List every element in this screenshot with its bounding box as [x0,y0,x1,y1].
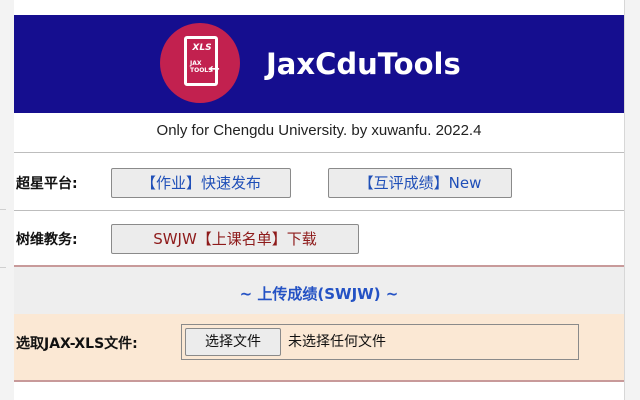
subtitle: Only for Chengdu University. by xuwanfu.… [156,122,482,139]
peer-review-grades-button[interactable]: 【互评成绩】New [328,168,512,198]
upload-body: 选取JAX-XLS文件: 选择文件 未选择任何文件 [14,314,624,380]
upload-bottom-border [14,380,624,382]
logo-xls-text: XLS [192,43,212,53]
no-file-text: 未选择任何文件 [288,334,386,350]
upload-section: ~ 上传成绩(SWJW) ~ 选取JAX-XLS文件: 选择文件 未选择任何文件 [14,265,624,383]
file-input[interactable]: 选择文件 未选择任何文件 [181,324,579,360]
xls-tools-icon: XLS JAX TOOLS ← [160,23,240,103]
divider [14,152,624,153]
upload-title: ~ 上传成绩(SWJW) ~ [239,285,399,303]
publish-homework-button[interactable]: 【作业】快速发布 [111,168,291,198]
edge-tick [0,267,6,268]
divider [14,210,624,211]
choose-file-button[interactable]: 选择文件 [185,328,281,356]
logo-jax-label: JAX [190,60,202,67]
left-edge [0,0,14,400]
document-icon: XLS JAX TOOLS ← [184,36,220,86]
right-border [624,0,625,400]
shuwei-label: 树维教务: [16,232,78,248]
popup-panel: XLS JAX TOOLS ← JaxCduTools Only for Che… [14,0,624,400]
app-title: JaxCduTools [266,47,461,81]
banner: XLS JAX TOOLS ← JaxCduTools [14,15,624,113]
download-class-roster-button[interactable]: SWJW【上课名单】下载 [111,224,359,254]
arrow-left-icon: ← [209,62,220,77]
edge-tick [0,209,6,210]
upload-field-label: 选取JAX-XLS文件: [16,336,138,352]
chaoxing-label: 超星平台: [16,176,78,192]
logo-jax-text: JAX TOOLS [190,60,212,74]
upload-header: ~ 上传成绩(SWJW) ~ [14,267,624,314]
